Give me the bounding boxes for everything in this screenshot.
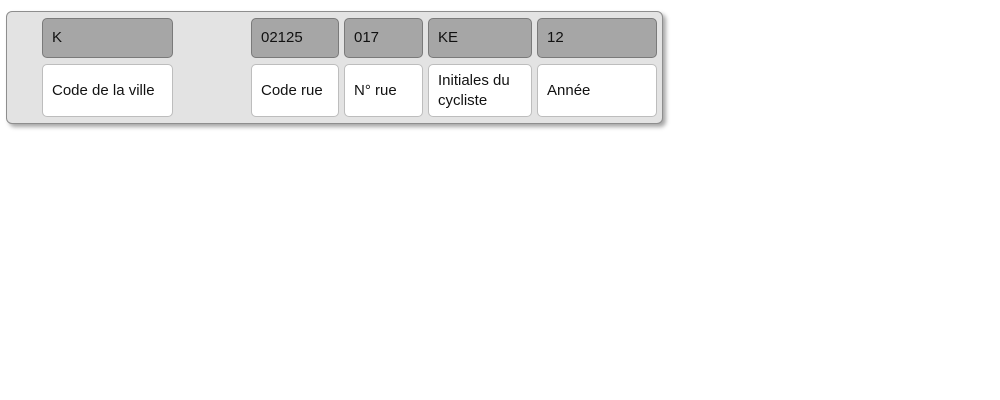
cyclist-initials-label: Initiales du cycliste: [428, 64, 532, 117]
city-code-value: K: [42, 18, 173, 58]
street-number-label: N° rue: [344, 64, 423, 117]
year-value: 12: [537, 18, 657, 58]
identifier-breakdown-panel: K Code de la ville 02125 Code rue 017 N°…: [6, 11, 663, 124]
city-code-label: Code de la ville: [42, 64, 173, 117]
street-number-value: 017: [344, 18, 423, 58]
cyclist-initials-value: KE: [428, 18, 532, 58]
street-code-value: 02125: [251, 18, 339, 58]
year-label: Année: [537, 64, 657, 117]
street-code-label: Code rue: [251, 64, 339, 117]
